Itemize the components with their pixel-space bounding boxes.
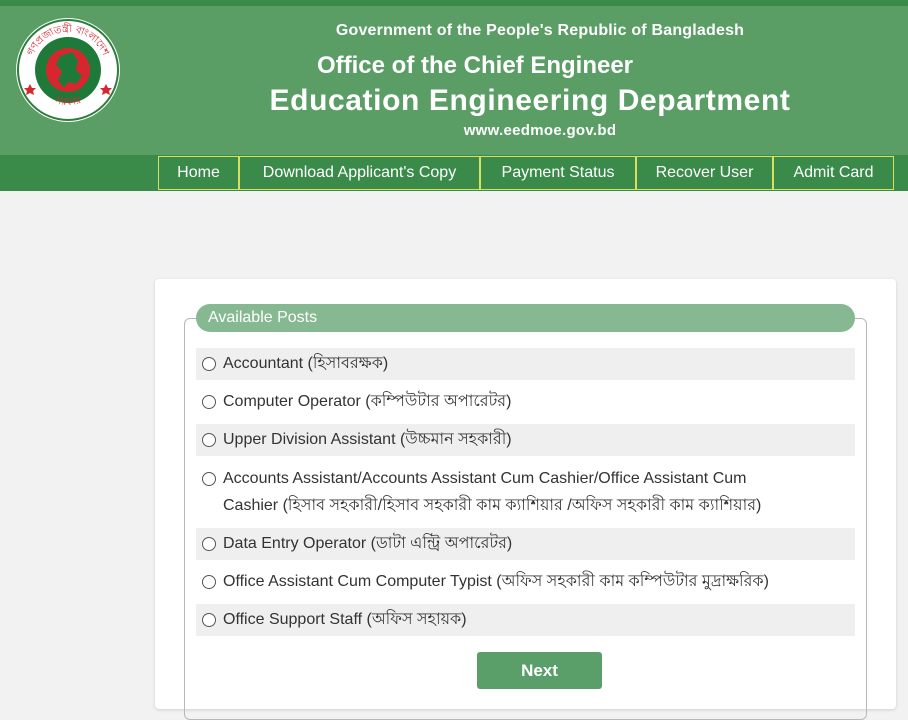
radio-button[interactable]: [202, 537, 216, 551]
post-option-accounts-assistant[interactable]: Accounts Assistant/Accounts Assistant Cu…: [196, 463, 855, 521]
government-seal-icon: গণপ্রজাতন্ত্রী বাংলাদেশ সরকার: [17, 19, 119, 121]
radio-button[interactable]: [202, 613, 216, 627]
radio-button[interactable]: [202, 395, 216, 409]
radio-button[interactable]: [202, 433, 216, 447]
site-header: গণপ্রজাতন্ত্রী বাংলাদেশ সরকার Government…: [0, 6, 908, 155]
radio-button[interactable]: [202, 472, 216, 486]
radio-button[interactable]: [202, 357, 216, 371]
post-option-label: Accounts Assistant/Accounts Assistant Cu…: [223, 470, 747, 487]
post-option-label: Accountant (হিসাবরক্ষক): [223, 355, 389, 372]
post-option-computer-operator[interactable]: Computer Operator (কম্পিউটার অপারেটর): [196, 386, 855, 418]
radio-button[interactable]: [202, 575, 216, 589]
post-option-office-support-staff[interactable]: Office Support Staff (অফিস সহায়ক): [196, 604, 855, 636]
government-title: Government of the People's Republic of B…: [335, 22, 745, 39]
post-option-label-continued: Cashier (হিসাব সহকারী/হিসাব সহকারী কাম ক…: [223, 497, 762, 514]
post-option-label: Upper Division Assistant (উচ্চমান সহকারী…: [223, 431, 512, 448]
post-option-data-entry-operator[interactable]: Data Entry Operator (ডাটা এন্ট্রি অপারেট…: [196, 528, 855, 560]
nav-recover-user[interactable]: Recover User: [636, 156, 773, 190]
government-seal-logo: গণপ্রজাতন্ত্রী বাংলাদেশ সরকার: [16, 18, 120, 122]
post-option-office-assistant-cum-computer-typist[interactable]: Office Assistant Cum Computer Typist (অফ…: [196, 566, 855, 598]
department-title: Education Engineering Department: [269, 84, 791, 117]
post-selection-card: Available Posts Accountant (হিসাবরক্ষক) …: [155, 279, 896, 720]
available-posts-legend: Available Posts: [196, 304, 855, 332]
nav-admit-card[interactable]: Admit Card: [773, 156, 894, 190]
post-option-accountant[interactable]: Accountant (হিসাবরক্ষক): [196, 348, 855, 380]
post-option-label: Computer Operator (কম্পিউটার অপারেটর): [223, 393, 512, 410]
post-option-label: Office Support Staff (অফিস সহায়ক): [223, 611, 467, 628]
post-option-label: Office Assistant Cum Computer Typist (অফ…: [223, 573, 769, 590]
next-button[interactable]: Next: [477, 652, 602, 689]
website-url: www.eedmoe.gov.bd: [463, 122, 617, 139]
post-option-upper-division-assistant[interactable]: Upper Division Assistant (উচ্চমান সহকারী…: [196, 424, 855, 456]
post-option-label: Data Entry Operator (ডাটা এন্ট্রি অপারেট…: [223, 535, 513, 552]
nav-home[interactable]: Home: [158, 156, 239, 190]
main-navigation: Home Download Applicant's Copy Payment S…: [0, 155, 908, 191]
office-title: Office of the Chief Engineer: [316, 52, 634, 79]
nav-payment-status[interactable]: Payment Status: [480, 156, 636, 190]
nav-download-applicants-copy[interactable]: Download Applicant's Copy: [239, 156, 480, 190]
